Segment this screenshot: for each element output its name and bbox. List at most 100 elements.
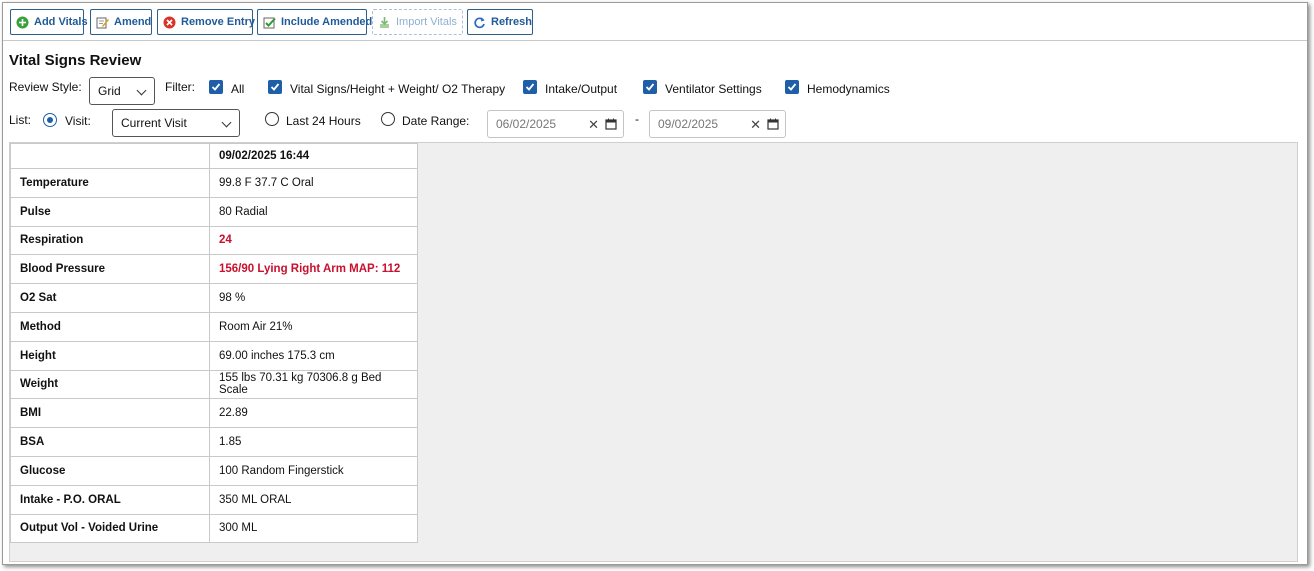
amend-label: Amend — [114, 16, 152, 28]
vital-name-cell: Pulse — [10, 196, 210, 227]
table-row[interactable]: Intake - P.O. ORAL 350 ML ORAL — [10, 484, 418, 515]
table-row[interactable]: Output Vol - Voided Urine 300 ML — [10, 513, 418, 544]
table-row[interactable]: O2 Sat 98 % — [10, 283, 418, 313]
date-to-value: 09/02/2025 — [658, 117, 719, 131]
clear-icon[interactable]: ✕ — [588, 117, 599, 133]
table-row[interactable]: Pulse 80 Radial — [10, 196, 418, 227]
date-to-input[interactable]: 09/02/2025 ✕ — [649, 110, 786, 138]
refresh-icon — [473, 16, 486, 29]
remove-icon — [163, 16, 176, 29]
calendar-icon[interactable] — [767, 118, 779, 133]
vital-name-cell: Output Vol - Voided Urine — [10, 513, 210, 544]
vitals-grid-area: 09/02/2025 16:44 Temperature 99.8 F 37.7 … — [9, 142, 1298, 562]
vital-name-cell: Weight — [10, 369, 210, 400]
vital-value-cell[interactable]: 350 ML ORAL — [209, 484, 418, 515]
filter-label: Filter: — [165, 80, 195, 94]
checkmark-icon — [211, 83, 221, 91]
date-separator: - — [635, 112, 639, 126]
add-vitals-button[interactable]: Add Vitals — [10, 9, 88, 35]
date-from-input[interactable]: 06/02/2025 ✕ — [487, 110, 624, 138]
vital-name-cell: Intake - P.O. ORAL — [10, 484, 210, 515]
visit-select-value: Current Visit — [121, 116, 187, 130]
toolbar: Add Vitals Amend Remove Entry Include Am… — [3, 3, 1307, 41]
vital-name-cell: BMI — [10, 398, 210, 429]
import-vitals-label: Import Vitals — [396, 16, 457, 28]
calendar-icon[interactable] — [605, 118, 617, 133]
filter-hemodynamics-checkbox[interactable] — [785, 80, 799, 94]
vital-name-cell: O2 Sat — [10, 283, 210, 313]
clear-icon[interactable]: ✕ — [750, 117, 761, 133]
vital-name-cell: Blood Pressure — [10, 254, 210, 285]
refresh-button[interactable]: Refresh — [467, 9, 533, 35]
review-style-value: Grid — [98, 84, 121, 98]
filter-vitals-checkbox[interactable] — [268, 80, 282, 94]
vital-signs-window: Add Vitals Amend Remove Entry Include Am… — [2, 2, 1308, 565]
vital-value-cell[interactable]: 100 Random Fingerstick — [209, 455, 418, 486]
check-edit-icon — [263, 16, 276, 29]
table-row[interactable]: Blood Pressure 156/90 Lying Right Arm MAP… — [10, 254, 418, 285]
checkmark-icon — [270, 83, 280, 91]
refresh-label: Refresh — [491, 16, 532, 28]
column-header-datetime[interactable]: 09/02/2025 16:44 — [209, 143, 418, 169]
visit-radio[interactable] — [43, 113, 57, 127]
vital-value-cell[interactable]: 99.8 F 37.7 C Oral — [209, 168, 418, 198]
filter-intake-output-label: Intake/Output — [545, 82, 618, 96]
last-24-hours-radio[interactable] — [265, 112, 279, 126]
vital-name-cell: Glucose — [10, 455, 210, 486]
filter-all-checkbox[interactable] — [209, 80, 223, 94]
vital-value-cell[interactable]: 156/90 Lying Right Arm MAP: 112 — [209, 254, 418, 285]
last-24-hours-label: Last 24 Hours — [286, 114, 361, 128]
date-range-radio[interactable] — [381, 112, 395, 126]
vital-value-cell[interactable]: 1.85 — [209, 427, 418, 457]
vital-name-cell: Method — [10, 311, 210, 342]
vital-value-cell[interactable]: 69.00 inches 175.3 cm — [209, 340, 418, 371]
filter-vitals-label: Vital Signs/Height + Weight/ O2 Therapy — [290, 82, 506, 96]
vital-value-cell[interactable]: 98 % — [209, 283, 418, 313]
vital-value-cell[interactable]: 24 — [209, 225, 418, 256]
filter-all-label: All — [231, 82, 245, 96]
vital-value-cell[interactable]: 300 ML — [209, 513, 418, 544]
vitals-table: 09/02/2025 16:44 Temperature 99.8 F 37.7 … — [10, 143, 418, 544]
visit-select[interactable]: Current Visit — [112, 109, 240, 137]
filter-ventilator-label: Ventilator Settings — [665, 82, 762, 96]
visit-label: Visit: — [65, 114, 91, 128]
vital-name-cell: Height — [10, 340, 210, 371]
remove-entry-button[interactable]: Remove Entry — [157, 9, 255, 35]
checkmark-icon — [525, 83, 535, 91]
table-row[interactable]: BSA 1.85 — [10, 427, 418, 457]
include-amended-button[interactable]: Include Amended — [257, 9, 372, 35]
date-range-label: Date Range: — [402, 114, 470, 128]
table-row[interactable]: BMI 22.89 — [10, 398, 418, 429]
table-row[interactable]: Temperature 99.8 F 37.7 C Oral — [10, 168, 418, 198]
table-row[interactable]: Respiration 24 — [10, 225, 418, 256]
amend-button[interactable]: Amend — [90, 9, 152, 35]
table-row[interactable]: Glucose 100 Random Fingerstick — [10, 455, 418, 486]
vital-value-cell[interactable]: Room Air 21% — [209, 311, 418, 342]
table-row[interactable]: Weight 155 lbs 70.31 kg 70306.8 g Bed Sca… — [10, 369, 418, 400]
filter-intake-output-checkbox[interactable] — [523, 80, 537, 94]
table-row[interactable]: Height 69.00 inches 175.3 cm — [10, 340, 418, 371]
row-label-header — [10, 143, 210, 169]
checkmark-icon — [645, 83, 655, 91]
import-vitals-button[interactable]: Import Vitals — [372, 9, 463, 35]
table-row[interactable]: Method Room Air 21% — [10, 311, 418, 342]
edit-icon — [96, 16, 109, 29]
vital-name-cell: Respiration — [10, 225, 210, 256]
page-title: Vital Signs Review — [9, 52, 142, 69]
vital-value-cell[interactable]: 155 lbs 70.31 kg 70306.8 g Bed Scale — [209, 369, 418, 400]
vital-name-cell: Temperature — [10, 168, 210, 198]
list-label: List: — [9, 113, 32, 127]
include-amended-label: Include Amended — [281, 16, 373, 28]
add-vitals-label: Add Vitals — [34, 16, 88, 28]
vital-value-cell[interactable]: 80 Radial — [209, 196, 418, 227]
filter-ventilator-checkbox[interactable] — [643, 80, 657, 94]
vital-name-cell: BSA — [10, 427, 210, 457]
checkmark-icon — [787, 83, 797, 91]
import-icon — [378, 16, 391, 29]
plus-circle-icon — [16, 16, 29, 29]
chevron-down-icon — [221, 117, 232, 128]
review-style-select[interactable]: Grid — [89, 77, 155, 105]
date-from-value: 06/02/2025 — [496, 117, 557, 131]
review-style-label: Review Style: — [9, 80, 82, 94]
vital-value-cell[interactable]: 22.89 — [209, 398, 418, 429]
